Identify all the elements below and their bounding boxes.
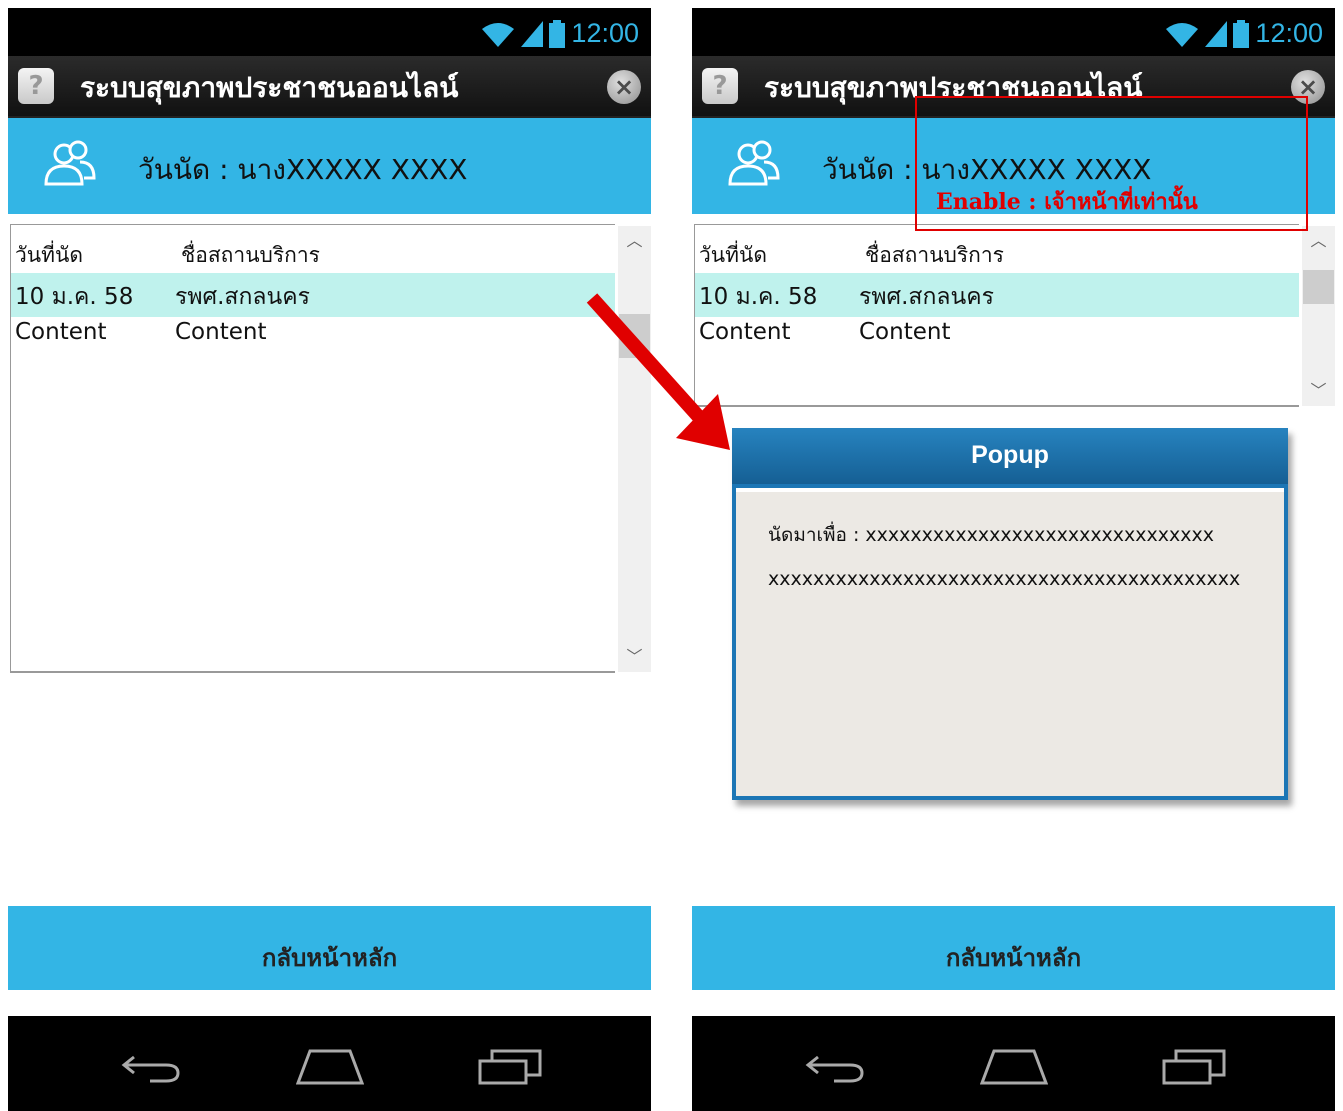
scroll-down-icon[interactable]: ﹀	[1302, 376, 1335, 406]
home-nav-icon[interactable]	[296, 1049, 364, 1085]
scrollbar-thumb[interactable]	[1303, 270, 1334, 304]
list-scrollbar[interactable]: ︿ ﹀	[1302, 226, 1335, 406]
people-icon	[44, 140, 96, 186]
phone-left: 12:00 ? ระบบสุขภาพประชาชนออนไลน์ × วันนั…	[8, 8, 651, 1111]
footer-divider	[692, 990, 1335, 1000]
status-time: 12:00	[571, 18, 639, 48]
cell-date: Content	[15, 319, 107, 345]
system-nav-bar	[692, 1023, 1335, 1111]
appointment-header: วันนัด : นางXXXXX XXXX	[8, 118, 651, 214]
people-icon	[728, 140, 780, 186]
back-to-home-button[interactable]: กลับหน้าหลัก	[8, 906, 651, 990]
scroll-down-icon[interactable]: ﹀	[618, 642, 651, 672]
close-icon[interactable]: ×	[607, 70, 641, 104]
back-nav-icon[interactable]	[120, 1049, 184, 1085]
help-icon[interactable]: ?	[18, 68, 54, 104]
recents-nav-icon[interactable]	[478, 1049, 542, 1085]
appointment-table: วันที่นัด ชื่อสถานบริการ 10 ม.ค. 58 รพศ.…	[694, 224, 1299, 407]
appointment-list: วันที่นัด ชื่อสถานบริการ 10 ม.ค. 58 รพศ.…	[692, 214, 1335, 414]
signal-icon	[521, 20, 544, 47]
column-header-facility: ชื่อสถานบริการ	[181, 243, 320, 267]
appointment-table: วันที่นัด ชื่อสถานบริการ 10 ม.ค. 58 รพศ.…	[10, 224, 615, 673]
cell-facility: รพศ.สกลนคร	[175, 284, 310, 310]
popup-body: นัดมาเพื่อ : xxxxxxxxxxxxxxxxxxxxxxxxxxx…	[736, 488, 1284, 796]
column-header-date: วันที่นัด	[699, 243, 767, 267]
footer-bar: กลับหน้าหลัก	[692, 906, 1335, 990]
cell-date: 10 ม.ค. 58	[15, 284, 134, 310]
back-nav-icon[interactable]	[804, 1049, 868, 1085]
system-nav-bar	[8, 1023, 651, 1111]
footer-bar: กลับหน้าหลัก	[8, 906, 651, 990]
cell-facility: Content	[175, 319, 267, 345]
scroll-up-icon[interactable]: ︿	[618, 226, 651, 256]
footer-divider	[8, 990, 651, 1000]
wifi-icon	[1166, 22, 1199, 47]
wifi-icon	[482, 22, 515, 47]
status-bar: 12:00	[692, 8, 1335, 56]
screen: วันนัด : นางXXXXX XXXX วันที่นัด ชื่อสถา…	[8, 118, 651, 1016]
popup-title: Popup	[732, 428, 1288, 484]
status-time: 12:00	[1255, 18, 1323, 48]
table-row[interactable]: Content Content	[695, 313, 1299, 357]
popup-detail-line: xxxxxxxxxxxxxxxxxxxxxxxxxxxxxxxxxxxxxxxx…	[768, 568, 1241, 590]
recents-nav-icon[interactable]	[1162, 1049, 1226, 1085]
appointment-list: วันที่นัด ชื่อสถานบริการ 10 ม.ค. 58 รพศ.…	[8, 214, 651, 674]
back-to-home-button[interactable]: กลับหน้าหลัก	[692, 906, 1335, 990]
red-arrow	[586, 293, 730, 450]
table-row[interactable]: 10 ม.ค. 58 รพศ.สกลนคร	[11, 273, 615, 317]
popup-purpose-line: นัดมาเพื่อ : xxxxxxxxxxxxxxxxxxxxxxxxxxx…	[768, 524, 1214, 546]
table-row[interactable]: Content Content	[11, 313, 615, 357]
app-title: ระบบสุขภาพประชาชนออนไลน์	[80, 71, 459, 104]
battery-icon	[1233, 19, 1250, 48]
column-header-date: วันที่นัด	[15, 243, 83, 267]
signal-icon	[1205, 20, 1228, 47]
popup-dialog: Popup นัดมาเพื่อ : xxxxxxxxxxxxxxxxxxxxx…	[732, 428, 1288, 800]
appointment-header-label: วันนัด : นางXXXXX XXXX	[138, 153, 468, 186]
battery-icon	[549, 19, 566, 48]
status-bar: 12:00	[8, 8, 651, 56]
table-row[interactable]: 10 ม.ค. 58 รพศ.สกลนคร	[695, 273, 1299, 317]
column-header-facility: ชื่อสถานบริการ	[865, 243, 1004, 267]
app-titlebar: ? ระบบสุขภาพประชาชนออนไลน์ ×	[8, 56, 651, 118]
annotation-label: Enable : เจ้าหน้าที่เท่านั้น	[936, 189, 1198, 215]
home-nav-icon[interactable]	[980, 1049, 1048, 1085]
cell-facility: รพศ.สกลนคร	[859, 284, 994, 310]
cell-facility: Content	[859, 319, 951, 345]
help-icon[interactable]: ?	[702, 68, 738, 104]
